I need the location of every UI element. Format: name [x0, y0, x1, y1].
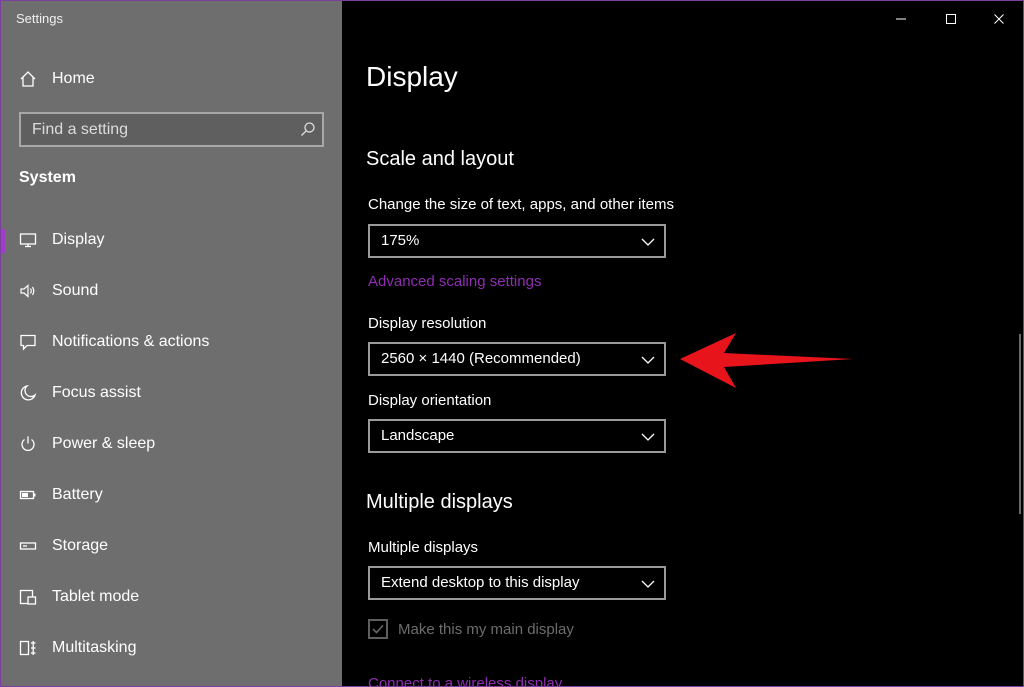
close-icon: [994, 14, 1004, 24]
tablet-icon: [18, 587, 38, 607]
multiple-displays-dropdown[interactable]: Extend desktop to this display: [368, 566, 666, 600]
chevron-down-icon: [640, 429, 656, 445]
sidebar-item-sound[interactable]: Sound: [1, 271, 342, 311]
orientation-label: Display orientation: [368, 392, 492, 409]
minimize-icon: [896, 18, 906, 20]
sidebar-item-label: Storage: [52, 537, 109, 554]
multiple-displays-heading: Multiple displays: [366, 491, 513, 513]
chevron-down-icon: [640, 234, 656, 250]
chevron-down-icon: [640, 352, 656, 368]
minimize-button[interactable]: [878, 5, 924, 33]
sidebar-item-home[interactable]: Home: [1, 59, 342, 99]
orientation-dropdown[interactable]: Landscape: [368, 419, 666, 453]
scale-dropdown-value: 175%: [381, 232, 420, 249]
sidebar: Settings Home System Display Sound: [1, 1, 342, 686]
sidebar-item-storage[interactable]: Storage: [1, 526, 342, 566]
size-label: Change the size of text, apps, and other…: [368, 196, 675, 213]
power-icon: [18, 434, 38, 454]
search-box[interactable]: [19, 112, 324, 147]
sidebar-item-label: Focus assist: [52, 384, 141, 401]
message-icon: [18, 332, 38, 352]
sidebar-item-display[interactable]: Display: [1, 220, 342, 260]
sidebar-item-notifications[interactable]: Notifications & actions: [1, 322, 342, 362]
scale-dropdown[interactable]: 175%: [368, 224, 666, 258]
sidebar-item-label: Power & sleep: [52, 435, 156, 452]
sidebar-item-label: Sound: [52, 282, 99, 299]
maximize-button[interactable]: [928, 5, 974, 33]
sidebar-item-label: Battery: [52, 486, 103, 503]
scrollbar[interactable]: [1019, 334, 1021, 514]
app-title: Settings: [16, 11, 63, 26]
resolution-dropdown[interactable]: 2560 × 1440 (Recommended): [368, 342, 666, 376]
page-title: Display: [366, 61, 458, 92]
search-icon[interactable]: [300, 121, 316, 137]
home-icon: [18, 69, 38, 89]
sidebar-item-label: Display: [52, 231, 105, 248]
section-title: System: [19, 169, 76, 186]
resolution-label: Display resolution: [368, 315, 487, 332]
annotation-arrow-icon: [680, 333, 853, 388]
sidebar-item-multitasking[interactable]: Multitasking: [1, 628, 342, 668]
sidebar-item-power-sleep[interactable]: Power & sleep: [1, 424, 342, 464]
sidebar-item-label: Multitasking: [52, 639, 137, 656]
scale-layout-heading: Scale and layout: [366, 148, 514, 170]
main-display-checkbox[interactable]: [368, 619, 388, 639]
main-display-checkbox-label: Make this my main display: [398, 621, 574, 638]
moon-icon: [18, 383, 38, 403]
resolution-dropdown-value: 2560 × 1440 (Recommended): [381, 350, 581, 367]
battery-icon: [18, 485, 38, 505]
sidebar-item-tablet-mode[interactable]: Tablet mode: [1, 577, 342, 617]
monitor-icon: [18, 230, 38, 250]
close-button[interactable]: [976, 5, 1022, 33]
storage-icon: [18, 536, 38, 556]
multiple-displays-label: Multiple displays: [368, 539, 479, 556]
wireless-display-link[interactable]: Connect to a wireless display: [368, 675, 562, 686]
multiple-displays-dropdown-value: Extend desktop to this display: [381, 574, 580, 591]
sidebar-item-label: Notifications & actions: [52, 333, 210, 350]
chevron-down-icon: [640, 576, 656, 592]
sidebar-item-focus-assist[interactable]: Focus assist: [1, 373, 342, 413]
speaker-icon: [18, 281, 38, 301]
search-input[interactable]: [21, 114, 292, 145]
sidebar-item-battery[interactable]: Battery: [1, 475, 342, 515]
sidebar-item-label: Home: [52, 70, 95, 87]
sidebar-item-label: Tablet mode: [52, 588, 140, 605]
advanced-scaling-link[interactable]: Advanced scaling settings: [368, 273, 541, 290]
checkmark-icon: [372, 624, 384, 634]
settings-window: Settings Home System Display Sound: [0, 0, 1024, 687]
multitasking-icon: [18, 638, 38, 658]
orientation-dropdown-value: Landscape: [381, 427, 455, 444]
maximize-icon: [946, 14, 956, 24]
